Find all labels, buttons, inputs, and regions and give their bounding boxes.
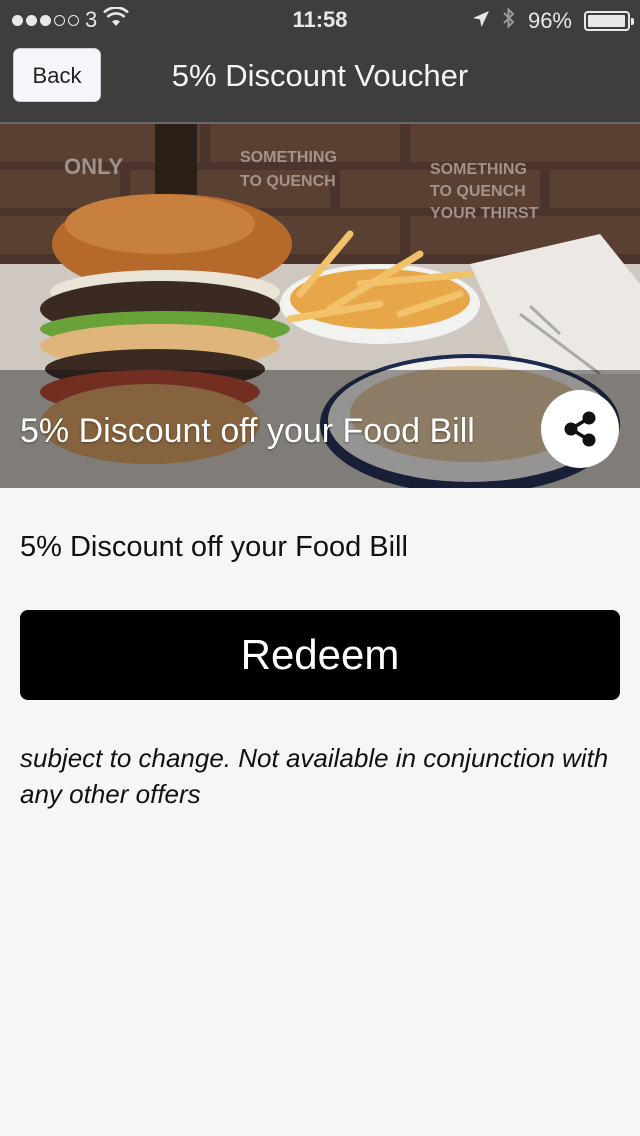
share-button[interactable] — [541, 390, 619, 468]
share-icon — [564, 411, 596, 447]
battery-icon — [584, 11, 634, 31]
svg-text:TO QUENCH: TO QUENCH — [430, 183, 526, 200]
svg-text:TO QUENCH: TO QUENCH — [240, 173, 336, 190]
voucher-terms: subject to change. Not available in conj… — [20, 743, 609, 809]
battery-fill — [588, 15, 625, 27]
svg-text:YOUR THIRST: YOUR THIRST — [430, 205, 539, 222]
svg-text:SOMETHING: SOMETHING — [430, 161, 527, 178]
hero-image: ONLY SOMETHING TO QUENCH SOMETHING TO QU… — [0, 124, 640, 488]
status-bar-right: 96% — [472, 7, 634, 35]
status-bar: 3 11:58 96% — [0, 0, 640, 40]
bluetooth-icon — [502, 7, 516, 35]
voucher-title: 5% Discount off your Food Bill — [20, 531, 408, 563]
app-header: 3 11:58 96% Back 5% Discount Voucher — [0, 0, 640, 124]
battery-nub — [631, 18, 634, 25]
location-arrow-icon — [472, 8, 490, 34]
hero-caption: 5% Discount off your Food Bill — [20, 412, 475, 450]
battery-percent: 96% — [527, 8, 572, 33]
redeem-button[interactable]: Redeem — [20, 610, 620, 700]
svg-text:SOMETHING: SOMETHING — [240, 149, 337, 166]
page-title: 5% Discount Voucher — [171, 58, 469, 93]
svg-text:ONLY: ONLY — [64, 154, 123, 179]
